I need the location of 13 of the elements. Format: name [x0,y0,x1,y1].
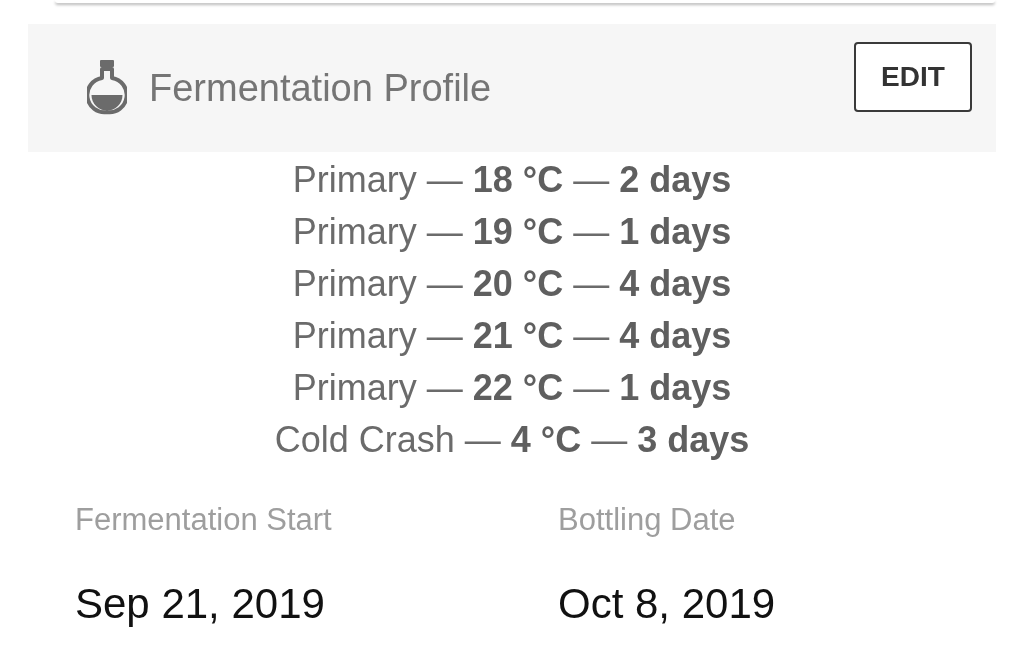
date-label: Bottling Date [558,502,736,538]
fermentation-step: Primary — 18 °C — 2 days [292,154,732,206]
fermentation-step: Primary — 19 °C — 1 days [292,206,732,258]
flask-icon [87,60,127,116]
fermentation-step: Primary — 21 °C — 4 days [292,310,732,362]
fermentation-step: Primary — 20 °C — 4 days [292,258,732,310]
edit-button[interactable]: EDIT [854,42,972,112]
section-title: Fermentation Profile [149,66,492,110]
fermentation-step: Cold Crash — 4 °C — 3 days [274,414,750,466]
date-label: Fermentation Start [75,502,332,538]
date-value: Oct 8, 2019 [558,580,776,628]
date-value: Sep 21, 2019 [75,580,325,628]
fermentation-step: Primary — 22 °C — 1 days [292,362,732,414]
